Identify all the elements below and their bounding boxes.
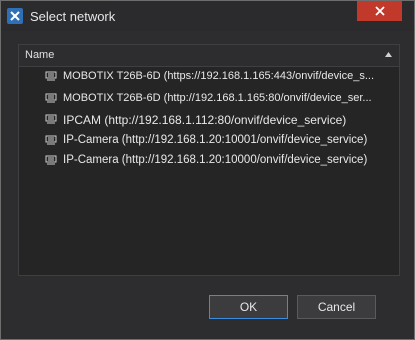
- device-icon: [45, 135, 57, 145]
- window-title: Select network: [30, 9, 116, 24]
- ok-button[interactable]: OK: [209, 295, 288, 319]
- list-item-label: IPCAM (http://192.168.1.112:80/onvif/dev…: [63, 113, 347, 127]
- list-item-label: IP-Camera (http://192.168.1.20:10001/onv…: [63, 134, 368, 146]
- list-item-label: IP-Camera (http://192.168.1.20:10000/onv…: [63, 154, 368, 166]
- device-icon: [45, 155, 57, 165]
- title-bar[interactable]: Select network: [1, 1, 414, 31]
- column-header-name[interactable]: Name: [19, 45, 399, 67]
- list-item[interactable]: IP-Camera (http://192.168.1.20:10001/onv…: [19, 131, 399, 151]
- device-icon: [45, 93, 57, 103]
- list-item[interactable]: MOBOTIX T26B-6D (https://192.168.1.165:4…: [19, 67, 399, 87]
- list-item[interactable]: MOBOTIX T26B-6D (http://192.168.1.165:80…: [19, 89, 399, 109]
- app-logo-icon: [7, 8, 23, 24]
- list-item[interactable]: IPCAM (http://192.168.1.112:80/onvif/dev…: [19, 110, 399, 130]
- select-network-dialog: Select network Name MOBOTIX T26B-6D (htt…: [0, 0, 415, 340]
- list-item[interactable]: IP-Camera (http://192.168.1.20:10000/onv…: [19, 151, 399, 171]
- list-item-label: MOBOTIX T26B-6D (https://192.168.1.165:4…: [63, 70, 375, 82]
- sort-ascending-icon: [385, 52, 392, 57]
- close-icon: [374, 6, 385, 16]
- column-header-label: Name: [25, 49, 55, 61]
- close-button[interactable]: [357, 1, 402, 21]
- device-icon: [45, 71, 57, 81]
- cancel-button[interactable]: Cancel: [297, 295, 376, 319]
- network-list[interactable]: Name MOBOTIX T26B-6D (https://192.168.1.…: [18, 44, 400, 276]
- device-icon: [45, 114, 57, 124]
- list-item-label: MOBOTIX T26B-6D (http://192.168.1.165:80…: [63, 92, 372, 104]
